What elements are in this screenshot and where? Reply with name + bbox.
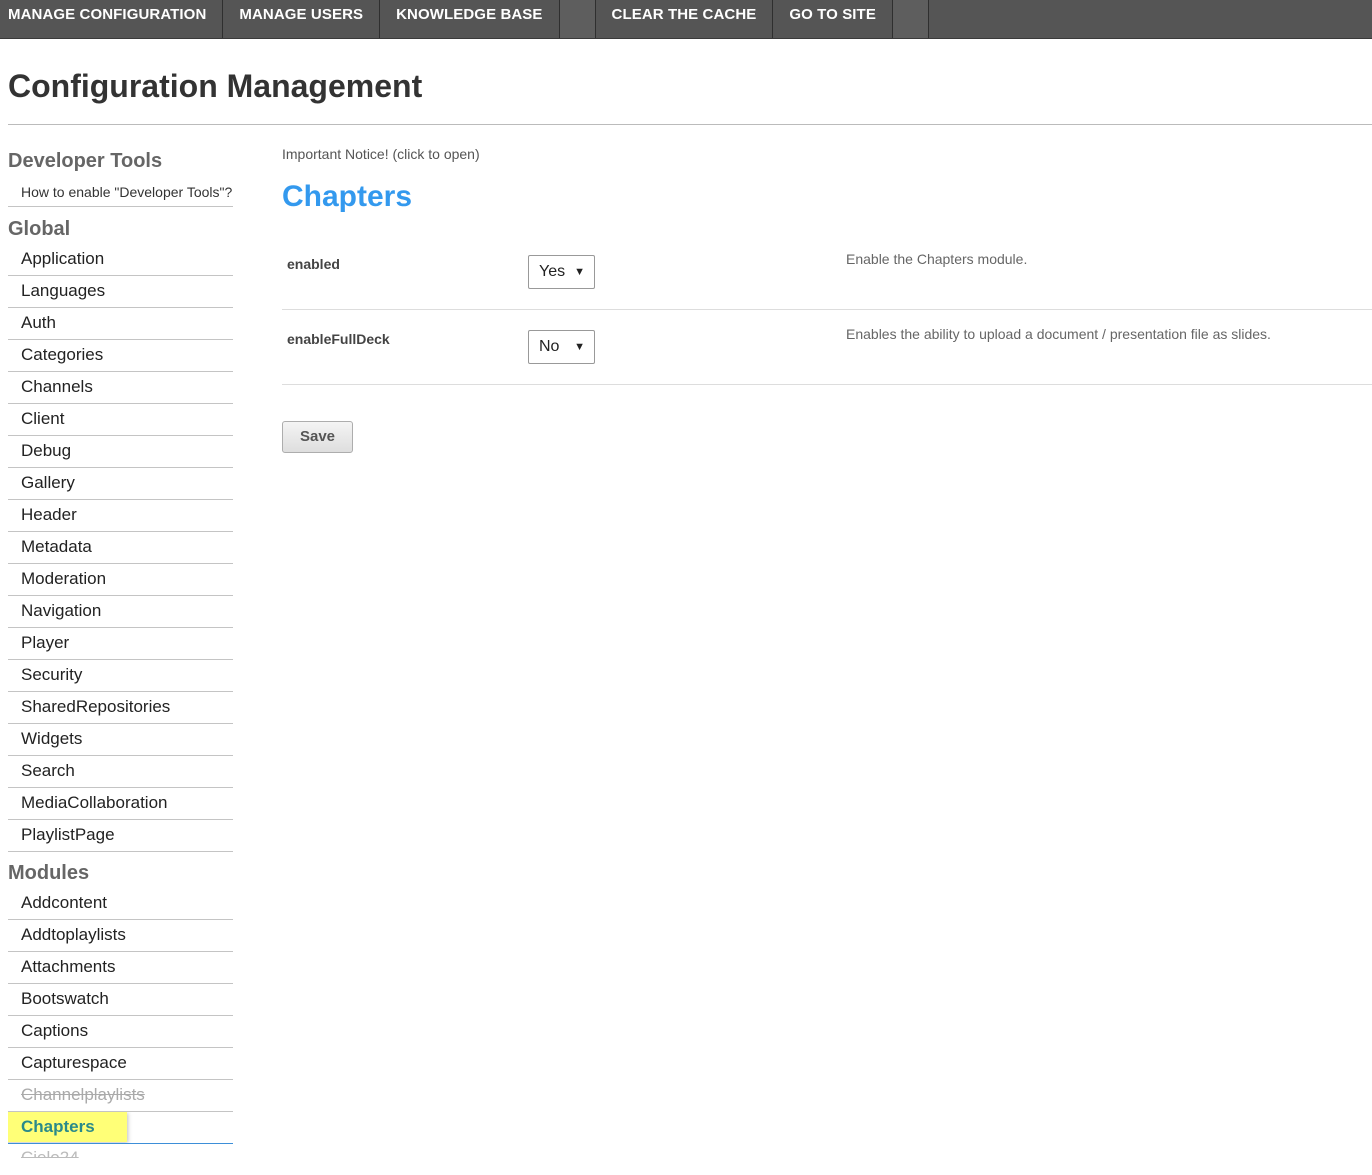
sidebar-header-global: Global <box>8 218 71 240</box>
sidebar: Developer Tools How to enable "Developer… <box>8 146 233 1158</box>
sidebar-item-playlist-page[interactable]: PlaylistPage <box>8 820 233 852</box>
sidebar-item-client[interactable]: Client <box>8 404 233 436</box>
save-button[interactable]: Save <box>282 421 353 453</box>
nav-go-to-site[interactable]: GO TO SITE <box>773 0 893 38</box>
field-description: Enable the Chapters module. <box>846 251 1028 267</box>
sidebar-item-gallery[interactable]: Gallery <box>8 468 233 500</box>
page-title: Configuration Management <box>8 68 423 104</box>
sidebar-item-channels[interactable]: Channels <box>8 372 233 404</box>
nav-manage-users[interactable]: MANAGE USERS <box>223 0 381 38</box>
sidebar-item-addtoplaylists[interactable]: Addtoplaylists <box>8 920 233 952</box>
chevron-down-icon: ▼ <box>574 266 585 278</box>
sidebar-header-developer-tools: Developer Tools <box>8 150 163 172</box>
sidebar-item-security[interactable]: Security <box>8 660 233 692</box>
select-value: No <box>539 338 560 355</box>
sidebar-item-label: Chapters <box>21 1117 95 1136</box>
sidebar-item-categories[interactable]: Categories <box>8 340 233 372</box>
top-nav: MANAGE CONFIGURATION MANAGE USERS KNOWLE… <box>0 0 1372 39</box>
sidebar-item-metadata[interactable]: Metadata <box>8 532 233 564</box>
title-divider <box>8 124 1372 125</box>
sidebar-item-media-collaboration[interactable]: MediaCollaboration <box>8 788 233 820</box>
sidebar-item-addcontent[interactable]: Addcontent <box>8 888 233 920</box>
sidebar-item-captions[interactable]: Captions <box>8 1016 233 1048</box>
sidebar-item-channelplaylists[interactable]: Channelplaylists <box>8 1080 233 1112</box>
important-notice-link[interactable]: Important Notice! (click to open) <box>282 146 480 162</box>
sidebar-item-languages[interactable]: Languages <box>8 276 233 308</box>
enable-full-deck-select[interactable]: No ▼ <box>528 330 595 364</box>
sidebar-item-shared-repositories[interactable]: SharedRepositories <box>8 692 233 724</box>
sidebar-item-header[interactable]: Header <box>8 500 233 532</box>
nav-manage-configuration[interactable]: MANAGE CONFIGURATION <box>0 0 224 38</box>
sidebar-item-cielo24[interactable]: Cielo24 <box>8 1144 233 1158</box>
field-label: enableFullDeck <box>287 331 390 347</box>
nav-spacer <box>892 0 929 38</box>
enabled-select[interactable]: Yes ▼ <box>528 255 595 289</box>
section-title: Chapters <box>282 180 413 213</box>
sidebar-item-moderation[interactable]: Moderation <box>8 564 233 596</box>
sidebar-item-attachments[interactable]: Attachments <box>8 952 233 984</box>
field-description: Enables the ability to upload a document… <box>846 326 1271 342</box>
config-row-enabled: enabled Yes ▼ Enable the Chapters module… <box>282 240 1372 310</box>
config-row-enable-full-deck: enableFullDeck No ▼ Enables the ability … <box>282 315 1372 385</box>
sidebar-item-search[interactable]: Search <box>8 756 233 788</box>
sidebar-item-auth[interactable]: Auth <box>8 308 233 340</box>
sidebar-item-navigation[interactable]: Navigation <box>8 596 233 628</box>
nav-knowledge-base[interactable]: KNOWLEDGE BASE <box>380 0 560 38</box>
sidebar-header-modules: Modules <box>8 862 90 884</box>
chevron-down-icon: ▼ <box>574 341 585 353</box>
field-label: enabled <box>287 256 340 272</box>
sidebar-item-application[interactable]: Application <box>8 244 233 276</box>
nav-clear-the-cache[interactable]: CLEAR THE CACHE <box>596 0 774 38</box>
sidebar-item-player[interactable]: Player <box>8 628 233 660</box>
sidebar-item-capturespace[interactable]: Capturespace <box>8 1048 233 1080</box>
sidebar-item-chapters[interactable]: Chapters <box>8 1112 233 1144</box>
sidebar-item-bootswatch[interactable]: Bootswatch <box>8 984 233 1016</box>
sidebar-item-debug[interactable]: Debug <box>8 436 233 468</box>
sidebar-item-widgets[interactable]: Widgets <box>8 724 233 756</box>
select-value: Yes <box>539 263 566 280</box>
sidebar-item-enable-developer-tools[interactable]: How to enable "Developer Tools"? <box>8 176 233 207</box>
nav-spacer <box>559 0 596 38</box>
